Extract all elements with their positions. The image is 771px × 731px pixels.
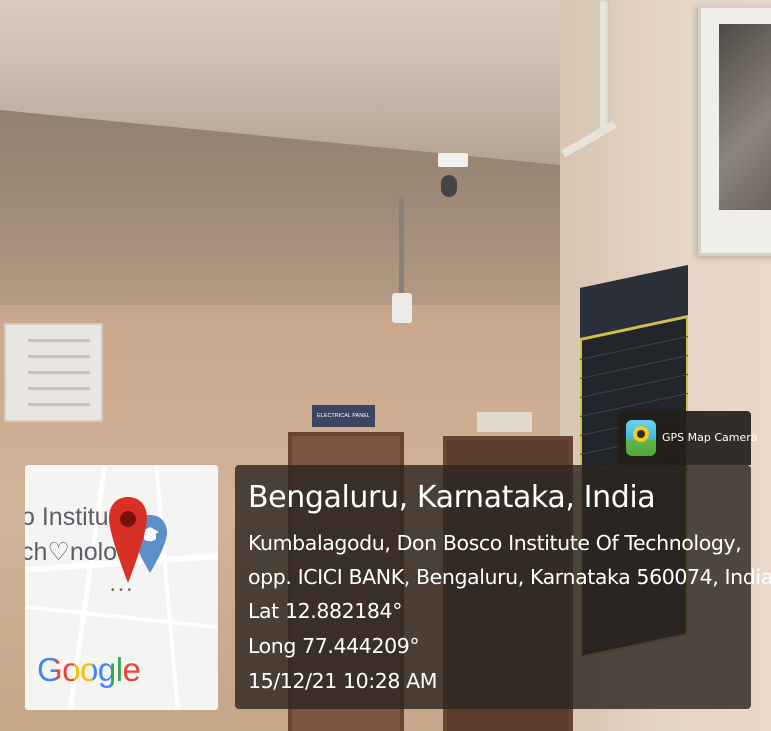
map-label-line2: ch♡nolo [25, 538, 118, 566]
map-dots: • • • [111, 585, 133, 596]
wall-vent [4, 323, 103, 422]
latitude: Lat 12.882184° [248, 599, 403, 623]
cctv-camera-lens [441, 175, 457, 197]
gps-map-camera-badge: GPS Map Camera [618, 411, 758, 465]
location-title: Bengaluru, Karnataka, India [248, 480, 656, 515]
map-label-line2-wrap: ch♡nolo [25, 537, 117, 567]
door-light-fixture [477, 412, 532, 432]
map-thumbnail: o Institu ch♡nolo • • • Google [25, 465, 218, 710]
cctv-camera-2 [392, 293, 412, 323]
app-name: GPS Map Camera [662, 431, 758, 444]
datetime: 15/12/21 10:28 AM [248, 669, 438, 693]
address-line-1: Kumbalagodu, Don Bosco Institute Of Tech… [248, 531, 742, 555]
window [698, 5, 771, 256]
conduit-pipe [600, 0, 610, 130]
location-info-card: Bengaluru, Karnataka, India Kumbalagodu,… [235, 465, 771, 709]
window-glass [719, 24, 771, 210]
electrical-panel-sign: ELECTRICAL PANEL ROOM [312, 405, 375, 441]
google-logo: Google [37, 651, 141, 689]
map-label-line1: o Institu [25, 503, 109, 531]
longitude: Long 77.444209° [248, 634, 420, 658]
google-text: Google [37, 651, 141, 688]
camera-mount-rod [399, 197, 404, 297]
gps-map-camera-icon [626, 420, 656, 456]
cctv-camera [438, 153, 468, 167]
location-pin-icon [109, 497, 147, 583]
address-line-2: opp. ICICI BANK, Bengaluru, Karnataka 56… [248, 565, 771, 589]
